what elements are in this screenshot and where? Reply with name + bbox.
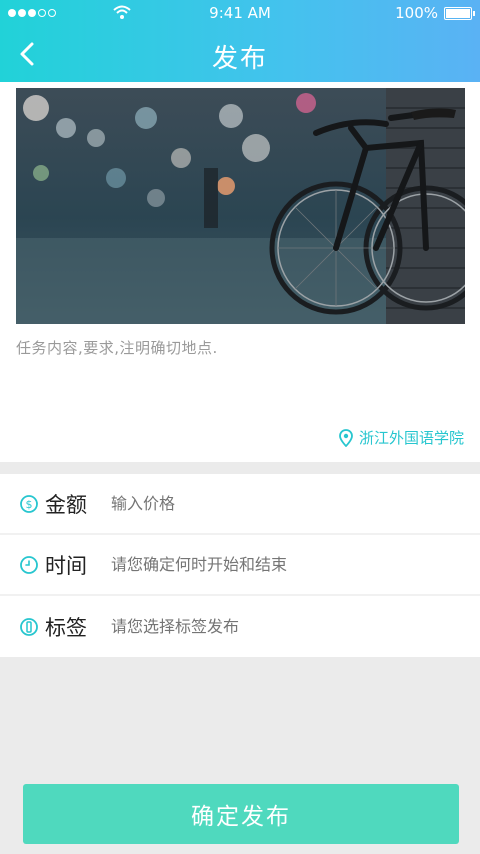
- tag-row[interactable]: 标签: [0, 596, 480, 657]
- dollar-icon: $: [20, 494, 38, 513]
- content-textarea[interactable]: 任务内容,要求,注明确切地点.: [16, 337, 218, 358]
- amount-label: 金额: [45, 492, 87, 517]
- clock-icon: [20, 555, 38, 574]
- page-title: 发布: [211, 44, 268, 74]
- time-row[interactable]: 时间: [0, 535, 480, 596]
- app-header: 9:41 AM 100% 发布: [0, 0, 480, 82]
- tag-label: 标签: [45, 615, 87, 640]
- time-label: 时间: [45, 553, 87, 578]
- tag-input[interactable]: [111, 617, 441, 636]
- tag-icon: [20, 617, 38, 636]
- submit-button[interactable]: 确定发布: [23, 784, 459, 844]
- nav-bar: 发布: [0, 28, 480, 82]
- map-pin-icon: [339, 428, 353, 447]
- location-label: 浙江外国语学院: [358, 429, 464, 447]
- post-content-card: 任务内容,要求,注明确切地点. 浙江外国语学院: [0, 82, 480, 462]
- amount-input[interactable]: [111, 494, 441, 513]
- post-form: $ 金额 时间 标签: [0, 474, 480, 657]
- status-bar: 9:41 AM 100%: [0, 0, 480, 28]
- amount-row[interactable]: $ 金额: [0, 474, 480, 535]
- svg-text:$: $: [26, 498, 33, 511]
- battery-icon: [444, 7, 475, 20]
- time-input[interactable]: [111, 555, 441, 574]
- location-selector[interactable]: 浙江外国语学院: [339, 427, 464, 448]
- battery-percent: 100%: [395, 4, 438, 22]
- cover-image[interactable]: [16, 88, 465, 324]
